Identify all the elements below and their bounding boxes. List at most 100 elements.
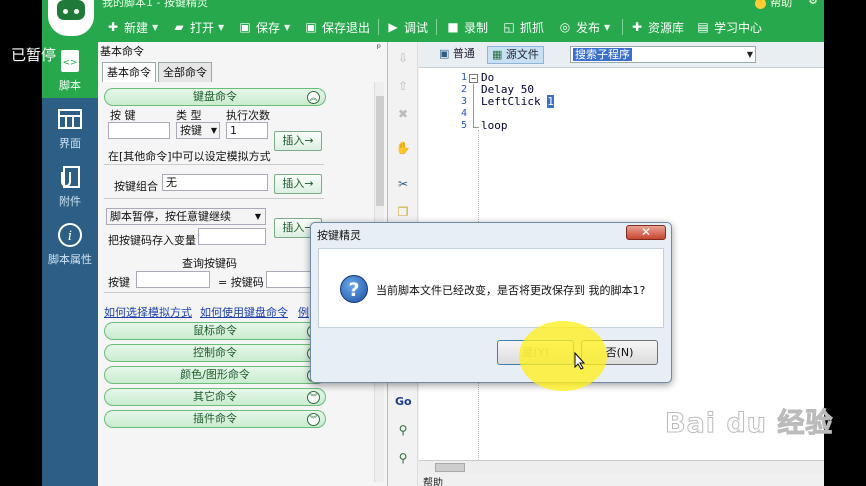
chevron-down-icon: ▼ xyxy=(210,126,217,135)
capture-icon: ◱ xyxy=(503,20,515,34)
watermark-url: jingyan.baidu.com xyxy=(667,445,760,456)
fold-icon[interactable]: − xyxy=(469,74,478,83)
key-column-label: 按 键 xyxy=(110,109,136,122)
times-column-label: 执行次数 xyxy=(226,109,270,122)
nav-item-ui[interactable]: 界面 xyxy=(42,100,98,156)
link-simulation-mode[interactable]: 如何选择模拟方式 xyxy=(104,304,192,320)
plus-icon: ✚ xyxy=(107,20,119,34)
camera-icon: ■ xyxy=(447,20,459,34)
baidu-watermark: Bai du 经验 jingyan.baidu.com xyxy=(664,393,865,463)
top-toolbar: 我的脚本1 - 按键精灵 ✚ 新建 ▼ ▰ 打开 ▼ ▣ 保存 ▼ ▣ 保存退出 ▶ 调试 ■ 录… xyxy=(42,0,824,42)
code-line: loop xyxy=(481,119,508,132)
copy-icon[interactable]: ❐ xyxy=(395,204,411,220)
dialog-title: 按键精灵 xyxy=(317,229,361,242)
tab-source-view[interactable]: ▦ 源文件 xyxy=(487,46,544,64)
mouse-pointer-icon xyxy=(574,352,586,370)
code-line: LeftClick 1 xyxy=(481,95,554,108)
arrow-up-icon[interactable]: ⇧ xyxy=(395,78,411,94)
key-input[interactable] xyxy=(108,122,170,139)
svg-text:<>: <> xyxy=(62,58,77,68)
save-button[interactable]: ▣ 保存 ▼ xyxy=(238,17,290,37)
publish-icon: ◎ xyxy=(559,20,571,34)
simulation-hint: 在[其他命令]中可以设定模拟方式 xyxy=(108,150,271,163)
chevron-down-icon: ▼ xyxy=(152,22,159,32)
tab-all-commands[interactable]: 全部命令 xyxy=(158,62,212,82)
publish-button[interactable]: ◎ 发布 ▼ xyxy=(558,17,610,37)
nav-item-attachment[interactable]: 附件 xyxy=(42,158,98,214)
resources-button[interactable]: ✚ 资源库 xyxy=(630,17,684,37)
record-button[interactable]: ■ 录制 xyxy=(446,17,488,37)
plugin-section-header[interactable]: 插件命令 ︾ xyxy=(104,410,326,428)
pause-select[interactable]: 脚本暂停，按任意键继续 ▼ xyxy=(106,208,266,225)
chevron-down-icon: ▼ xyxy=(254,212,261,221)
save-dialog: 按键精灵 ✕ ? 当前脚本文件已经改变，是否将更改保存到 我的脚本1? 是(Y)… xyxy=(310,222,672,383)
source-view-icon: ▦ xyxy=(492,48,503,61)
other-section-header[interactable]: 其它命令 ︾ xyxy=(104,388,326,406)
panel-title: 基本命令 xyxy=(100,45,144,58)
query-label: 查询按键码 xyxy=(182,257,237,270)
scissors-icon[interactable]: ✂ xyxy=(395,176,411,192)
open-button[interactable]: ▰ 打开 ▼ xyxy=(172,17,224,37)
debug-button[interactable]: ▶ 调试 xyxy=(386,17,428,37)
info-icon: i xyxy=(58,223,82,247)
store-var-label: 把按键码存入变量 xyxy=(108,234,196,247)
query-key-input[interactable] xyxy=(136,271,210,288)
tab-normal-view[interactable]: ▣ 普通 xyxy=(435,46,479,64)
chevron-down-icon: ︾ xyxy=(307,391,320,404)
link-keyboard-usage[interactable]: 如何使用键盘命令 xyxy=(200,304,288,320)
query-code-label: = 按键码 xyxy=(218,276,264,289)
click-highlight xyxy=(519,321,607,391)
grid-icon xyxy=(58,109,82,129)
control-section-header[interactable]: 控制命令︾ xyxy=(104,344,326,362)
coin-icon xyxy=(755,0,767,9)
new-button[interactable]: ✚ 新建 ▼ xyxy=(106,17,158,37)
close-icon: ✕ xyxy=(640,225,652,239)
arrow-down-icon[interactable]: ⇩ xyxy=(395,50,411,66)
delete-icon[interactable]: ✖ xyxy=(395,106,411,122)
find-icon[interactable]: ⚲ xyxy=(395,422,411,438)
goto-icon[interactable]: Go xyxy=(395,394,412,410)
chevron-down-icon: ︾ xyxy=(307,413,320,426)
learning-center-button[interactable]: ▤ 学习中心 xyxy=(696,17,762,37)
window-title: 我的脚本1 - 按键精灵 xyxy=(102,0,208,9)
query-key-label: 按键 xyxy=(108,276,130,289)
combo-input[interactable]: 无 xyxy=(162,174,268,191)
resources-icon: ✚ xyxy=(631,20,643,34)
help-area[interactable]: 帮助 ⚙ xyxy=(755,0,818,10)
subroutine-search-select[interactable]: 搜索子程序 ▼ xyxy=(570,46,756,63)
svg-text:i: i xyxy=(68,229,72,244)
hand-icon[interactable]: ✋ xyxy=(395,140,411,156)
paused-label: 已暂停 xyxy=(11,46,57,64)
floppy-icon: ▣ xyxy=(239,20,251,34)
book-icon: ▤ xyxy=(697,20,709,34)
save-exit-button[interactable]: ▣ 保存退出 xyxy=(304,17,370,37)
dialog-message: 当前脚本文件已经改变，是否将更改保存到 我的脚本1? xyxy=(376,284,646,297)
type-column-label: 类 型 xyxy=(176,109,202,122)
keyboard-section-header[interactable]: 键盘命令 ︽ xyxy=(104,88,326,106)
floppy-icon: ▣ xyxy=(305,20,317,34)
status-bar: 帮助 xyxy=(419,474,824,486)
tab-basic-commands[interactable]: 基本命令 xyxy=(102,62,156,82)
attachment-icon xyxy=(61,166,80,188)
watermark-brand: Bai du 经验 xyxy=(664,408,834,440)
mouse-section-header[interactable]: 鼠标命令︾ xyxy=(104,322,326,340)
store-var-input[interactable] xyxy=(198,228,266,245)
type-select[interactable]: 按键 ▼ xyxy=(176,122,220,139)
times-input[interactable]: 1 xyxy=(226,122,268,139)
gear-icon[interactable]: ⚙ xyxy=(808,0,818,10)
insert-key-button[interactable]: 插入→ xyxy=(274,131,322,151)
nav-item-properties[interactable]: i 脚本属性 xyxy=(42,216,98,272)
folder-icon: ▰ xyxy=(174,20,184,34)
color-section-header[interactable]: 颜色/图形命令︾ xyxy=(104,366,326,384)
script-icon: <> xyxy=(61,50,79,72)
link-example[interactable]: 例 xyxy=(298,304,309,320)
capture-button[interactable]: ◱ 抓抓 xyxy=(502,17,544,37)
insert-combo-button[interactable]: 插入→ xyxy=(274,174,322,194)
chevron-down-icon: ▼ xyxy=(218,22,225,32)
play-icon: ▶ xyxy=(388,20,398,34)
question-icon: ? xyxy=(340,275,368,303)
close-button[interactable]: ✕ xyxy=(626,225,666,240)
pin-icon[interactable]: ᵖ xyxy=(377,43,381,54)
app-logo xyxy=(48,0,94,36)
replace-icon[interactable]: ⚲ xyxy=(395,450,411,466)
